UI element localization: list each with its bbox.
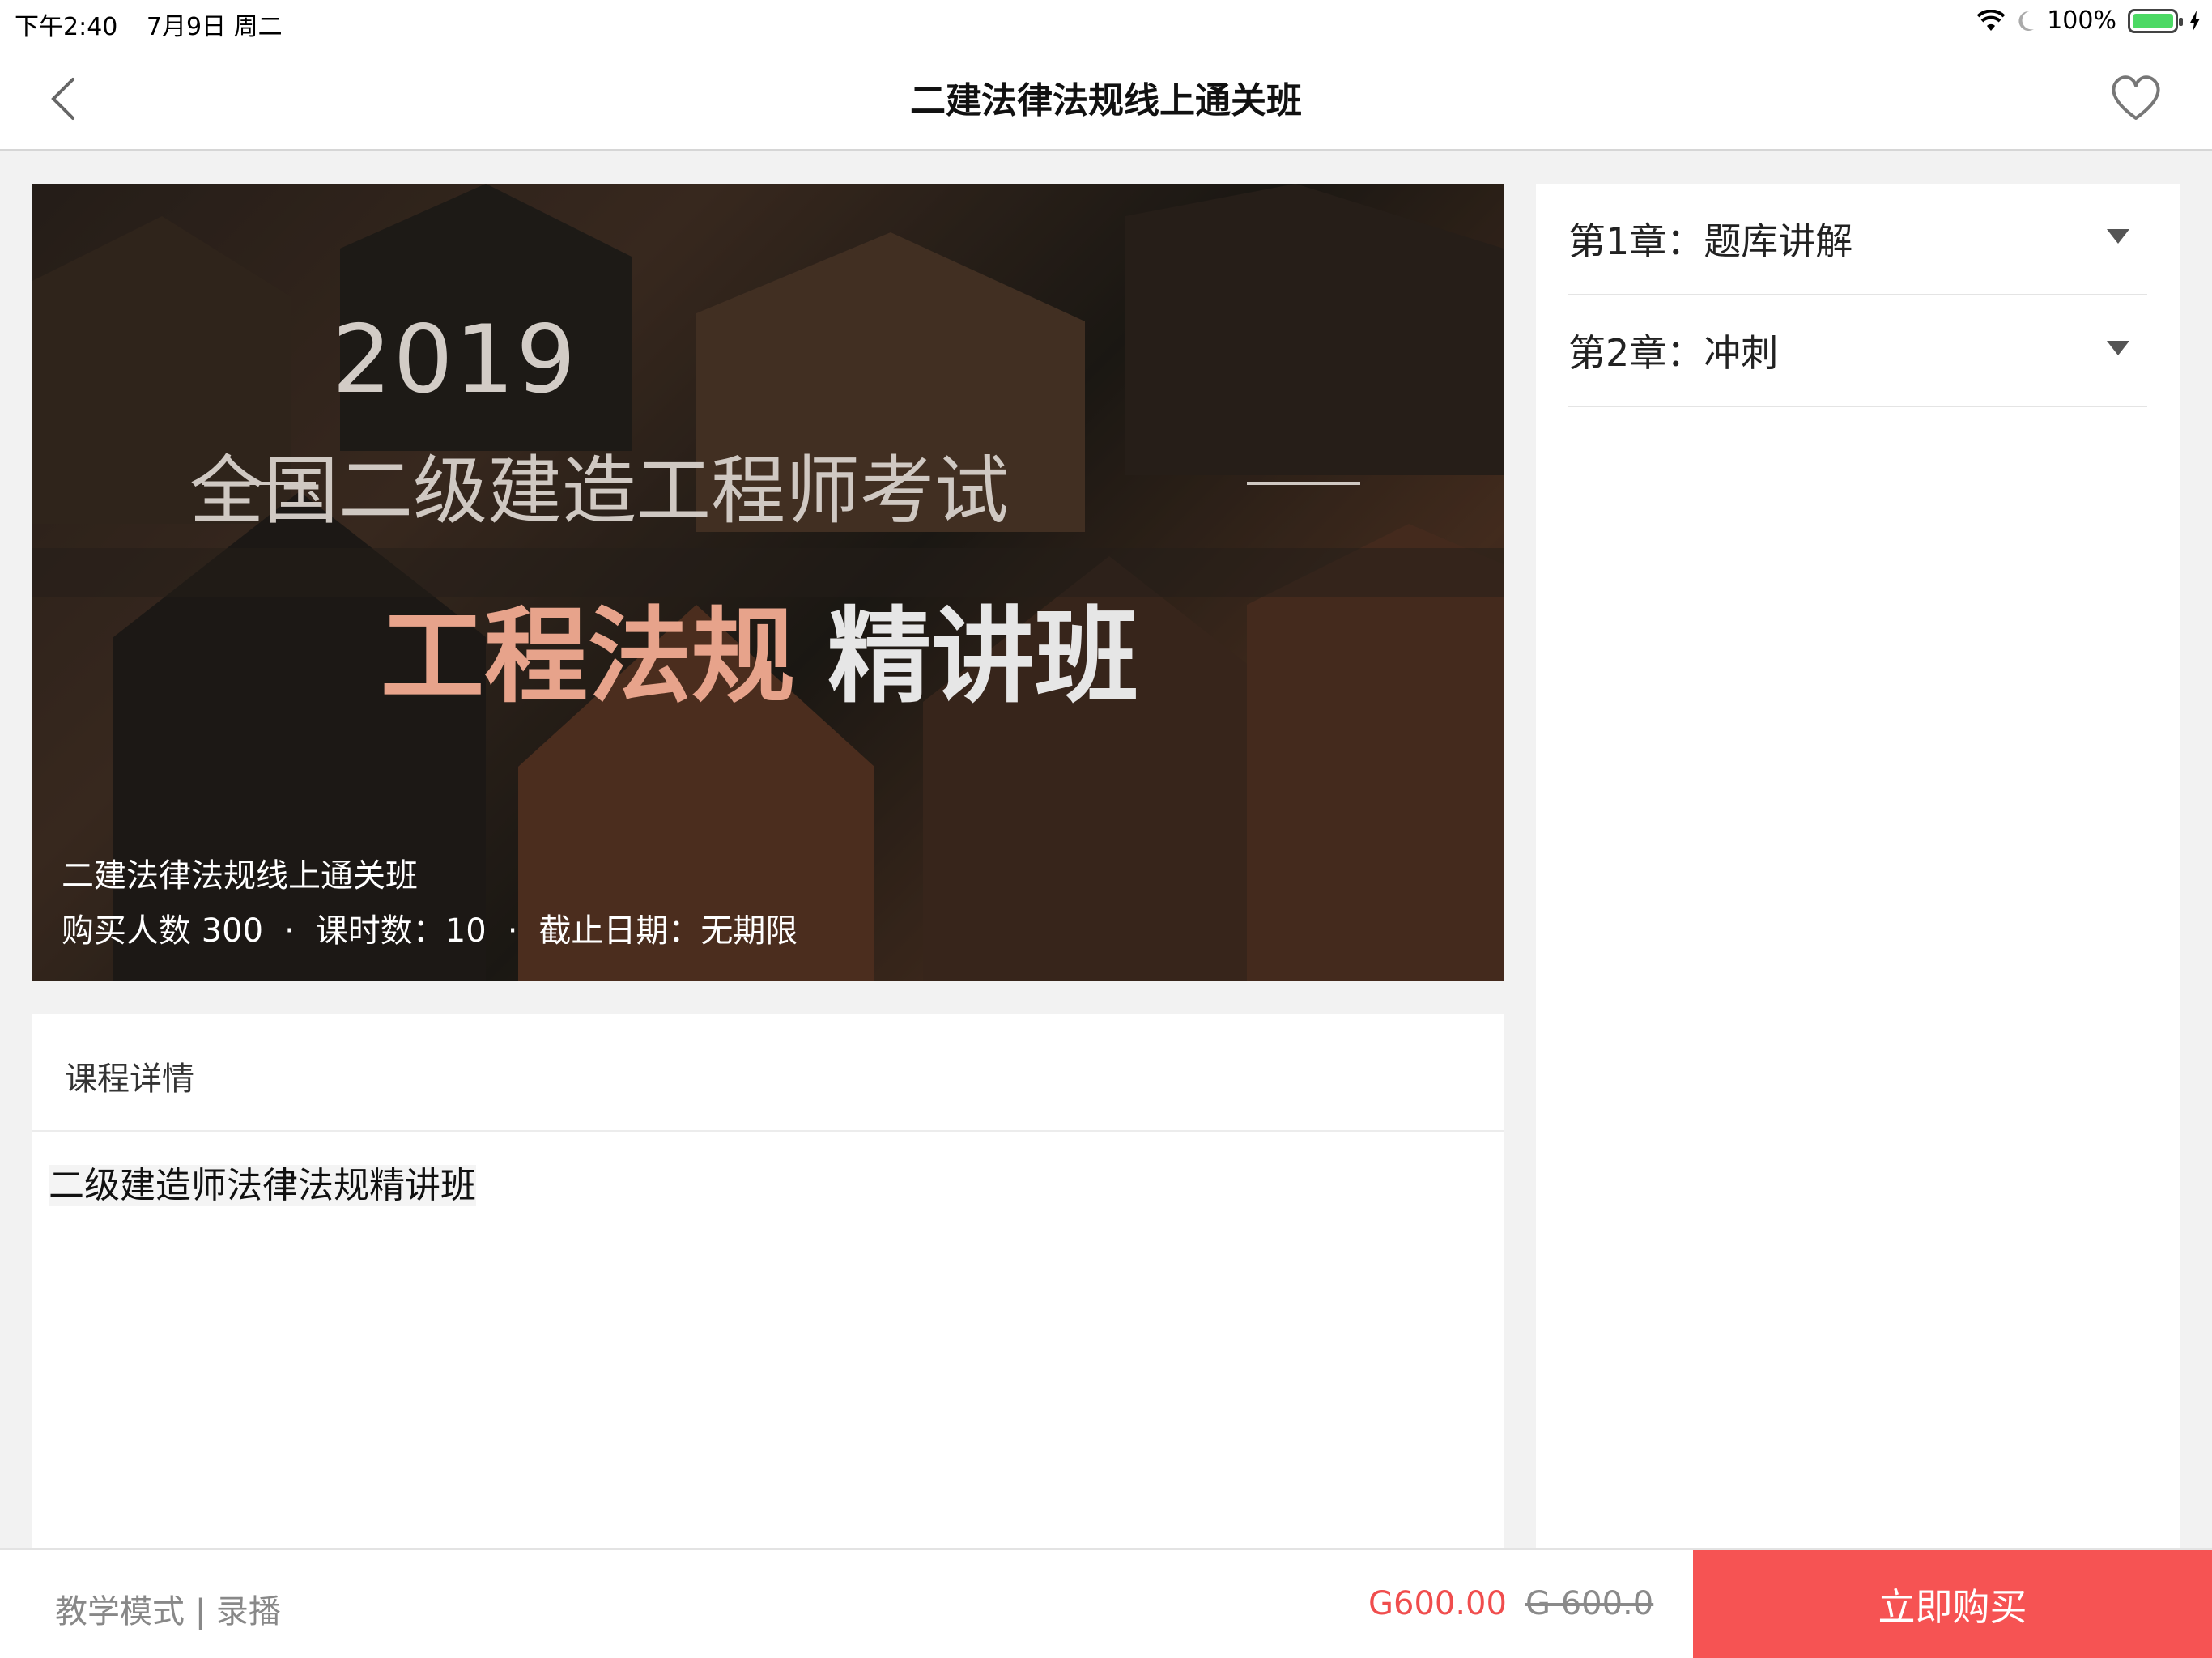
banner-course-name: 二建法律法规线上通关班	[62, 857, 418, 895]
wifi-icon	[1977, 9, 2006, 31]
chapter-list: 第1章：题库讲解 第2章：冲刺	[1536, 184, 2180, 1548]
triangle-down-icon	[2107, 229, 2129, 244]
status-date: 7月9日 周二	[146, 13, 283, 41]
detail-text: 二级建造师法律法规精讲班	[49, 1165, 476, 1206]
status-bar: 下午2:40 7月9日 周二 100%	[0, 0, 2212, 45]
moon-icon	[2018, 11, 2035, 31]
banner-main-accent: 工程法规	[381, 597, 796, 717]
heart-outline-icon	[2112, 75, 2160, 120]
page-title: 二建法律法规线上通关班	[910, 80, 1302, 121]
detail-heading: 课程详情	[32, 1014, 1504, 1132]
banner-main-plain: 精讲班	[827, 597, 1139, 717]
chapter-item-2[interactable]: 第2章：冲刺	[1568, 295, 2147, 407]
meta-separator: ·	[284, 912, 295, 950]
battery-percent: 100%	[2047, 6, 2116, 35]
status-time: 下午2:40	[15, 13, 118, 41]
chapter-item-1[interactable]: 第1章：题库讲解	[1568, 184, 2147, 295]
lesson-count: 课时数：10	[315, 912, 487, 950]
favorite-button[interactable]	[2107, 68, 2165, 126]
triangle-down-icon	[2107, 341, 2129, 355]
buy-now-button[interactable]: 立即购买	[1693, 1550, 2212, 1658]
course-detail-card: 课程详情 二级建造师法律法规精讲班	[32, 1014, 1504, 1548]
chapter-label: 第1章：题库讲解	[1568, 219, 1853, 263]
current-price: G600.00	[1368, 1585, 1507, 1622]
detail-body: 二级建造师法律法规精讲班	[32, 1132, 1504, 1232]
chapter-label: 第2章：冲刺	[1568, 331, 1779, 375]
status-right: 100%	[1977, 6, 2201, 35]
original-price: G 600.0	[1525, 1585, 1654, 1622]
meta-separator: ·	[507, 912, 518, 950]
banner-course-meta: 购买人数 300 · 课时数：10 · 截止日期：无期限	[62, 904, 798, 951]
course-detail-page: 下午2:40 7月9日 周二 100% 二建法律法规线上通关班 2019 全国二…	[0, 0, 2212, 1658]
navigation-bar: 二建法律法规线上通关班	[0, 45, 2212, 151]
charging-icon	[2190, 10, 2200, 32]
teaching-mode: 教学模式 | 录播	[55, 1593, 281, 1630]
course-banner: 2019 全国二级建造工程师考试 工程法规 精讲班 二建法律法规线上通关班 购买人…	[32, 184, 1504, 981]
banner-subtitle: 全国二级建造工程师考试	[189, 448, 1009, 534]
deadline: 截止日期：无期限	[538, 912, 798, 950]
banner-year: 2019	[332, 305, 578, 414]
battery-icon	[2128, 8, 2183, 33]
buyer-count: 购买人数 300	[62, 912, 264, 950]
purchase-bar: 教学模式 | 录播 G600.00 G 600.0 立即购买	[0, 1548, 2212, 1658]
banner-divider-right	[1247, 482, 1360, 485]
status-left: 下午2:40 7月9日 周二	[15, 6, 304, 42]
banner-main-title: 工程法规 精讲班	[381, 572, 1138, 722]
